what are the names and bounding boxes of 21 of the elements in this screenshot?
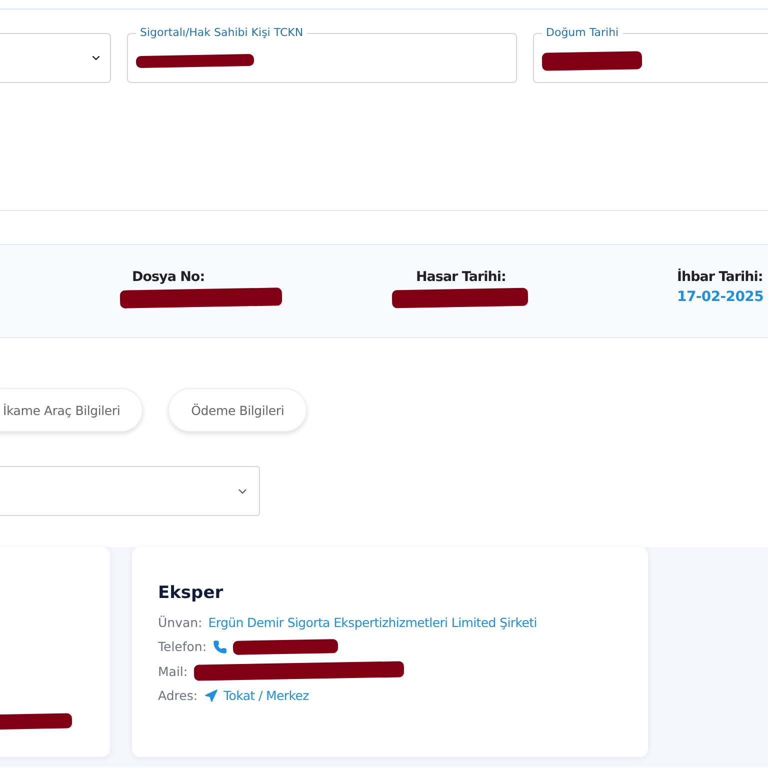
info-label: Telefon:: [158, 639, 207, 654]
date-field[interactable]: Doğum Tarihi: [533, 26, 768, 83]
location-arrow-icon: [204, 688, 218, 702]
info-value: Ergün Demir Sigorta Ekspertizhizmetleri Limited Şirketi: [208, 615, 537, 630]
summary-label: Dosya No:: [132, 269, 205, 285]
info-label: Ünvan:: [158, 615, 202, 630]
tab[interactable]: Ödeme Bilgileri: [168, 388, 308, 432]
summary-label: İhbar Tarihi:: [677, 269, 763, 285]
info-label: Mail:: [158, 664, 188, 678]
card-title: Eksper: [158, 583, 224, 603]
info-label: Adres:: [158, 688, 198, 703]
tab[interactable]: İkame Araç Bilgileri: [0, 388, 144, 432]
summary-label: Hasar Tarihi:: [416, 269, 506, 285]
field-label: Sigortalı/Hak Sahibi Kişi TCKN: [139, 26, 304, 40]
phone-icon: [212, 640, 227, 654]
select-field[interactable]: [0, 33, 111, 83]
info-value: Tokat / Merkez: [224, 688, 309, 703]
select-field[interactable]: [0, 466, 260, 516]
field-label: Doğum Tarihi: [545, 26, 620, 40]
input-field[interactable]: Sigortalı/Hak Sahibi Kişi TCKN: [127, 26, 517, 83]
summary-value: 17-02-2025: [677, 289, 764, 305]
